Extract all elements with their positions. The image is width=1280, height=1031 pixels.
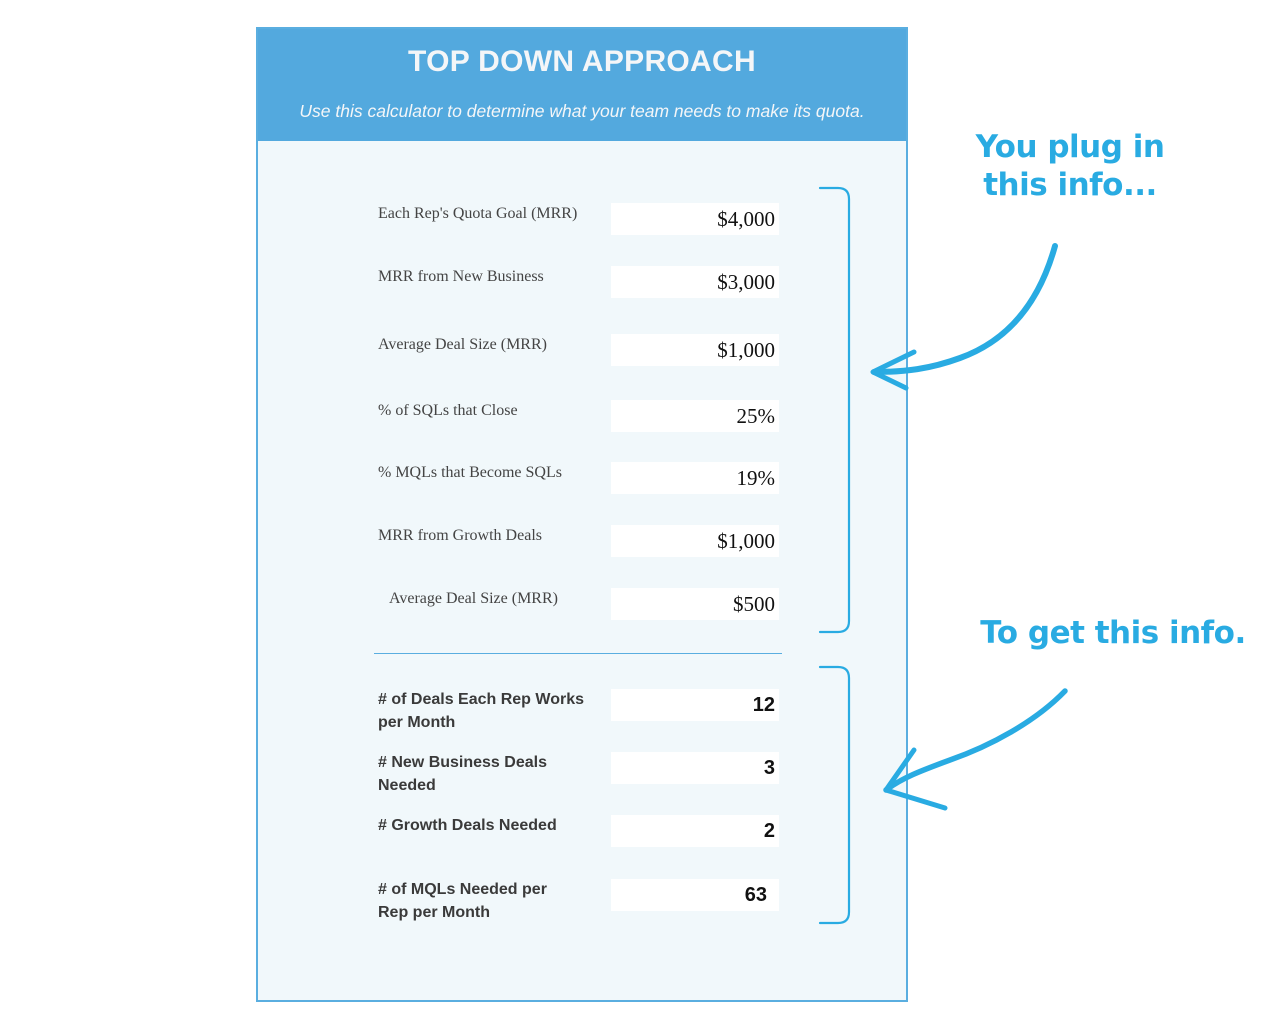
inputs-annotation: You plug in this info... bbox=[975, 129, 1165, 203]
arrow-to-outputs-icon bbox=[883, 688, 1068, 811]
inputs-bracket bbox=[818, 186, 851, 634]
outputs-bracket bbox=[818, 665, 851, 925]
outputs-annotation: To get this info. bbox=[980, 615, 1246, 651]
arrow-to-inputs-icon bbox=[870, 243, 1058, 391]
